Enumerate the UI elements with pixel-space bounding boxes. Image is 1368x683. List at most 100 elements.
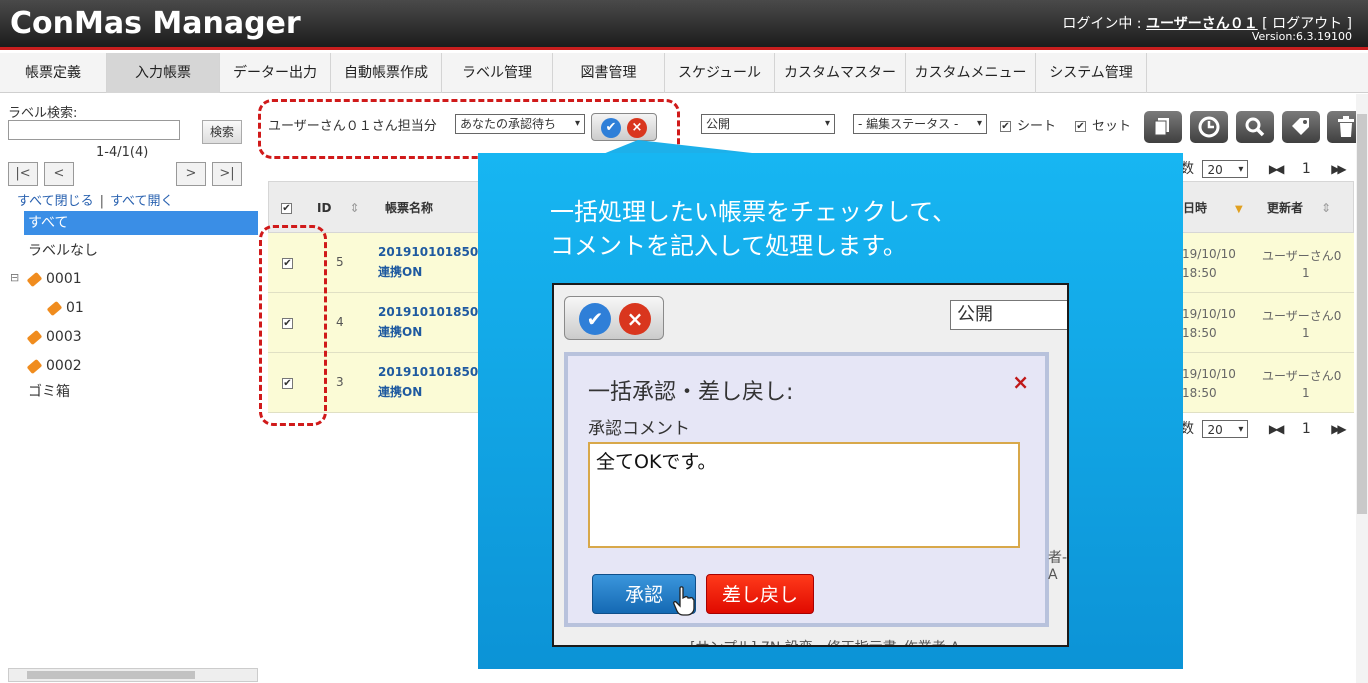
current-page: 1 xyxy=(1301,161,1311,177)
label-first-page-button[interactable]: |< xyxy=(8,162,38,186)
copy-icon xyxy=(1154,118,1169,136)
label-tag-icon xyxy=(26,358,43,374)
trash-icon xyxy=(1338,116,1354,137)
visibility-select[interactable]: 公開 ▾ xyxy=(701,114,835,134)
header-id-label: ID xyxy=(317,201,332,215)
scrollbar-thumb[interactable] xyxy=(1357,114,1367,514)
tree-item-trash[interactable]: ゴミ箱 xyxy=(28,380,70,404)
label-tag-icon xyxy=(26,329,43,345)
row-time: 18:50 xyxy=(1182,386,1217,400)
tree-item-0003[interactable]: 0003 xyxy=(26,325,82,349)
callout-text: 一括処理したい帳票をチェックして、 コメントを記入して処理します。 xyxy=(550,195,956,263)
collapse-all-link[interactable]: すべて閉じる xyxy=(17,194,94,209)
tree-toggle-icon[interactable]: ⊟ xyxy=(10,266,19,290)
label-prev-page-button[interactable]: < xyxy=(44,162,74,186)
set-checkbox[interactable]: ✔ セット xyxy=(1075,115,1131,134)
header-date[interactable]: 日時 ▼ xyxy=(1183,182,1243,234)
tab-data-export[interactable]: データー出力 xyxy=(220,53,331,93)
label-search-label: ラベル検索: xyxy=(8,106,78,121)
edit-status-select[interactable]: - 編集ステータス - ▾ xyxy=(853,114,987,134)
row-time: 18:50 xyxy=(1182,326,1217,340)
label-tag-icon xyxy=(26,271,43,287)
page-size-value: 20 xyxy=(1207,423,1223,437)
header-form-name[interactable]: 帳票名称 xyxy=(385,182,433,234)
page-vertical-scrollbar[interactable] xyxy=(1356,94,1368,683)
login-prefix: ログイン中 : xyxy=(1062,16,1142,32)
label-last-page-button[interactable]: >| xyxy=(212,162,242,186)
current-page: 1 xyxy=(1301,421,1311,437)
current-user-link[interactable]: ユーザーさん０１ xyxy=(1146,16,1258,32)
dialog-close-icon[interactable]: × xyxy=(1012,370,1029,394)
tab-library-management[interactable]: 図書管理 xyxy=(553,53,665,93)
row-id: 4 xyxy=(336,315,344,329)
label-button[interactable] xyxy=(1282,111,1320,143)
label-search-input[interactable] xyxy=(8,120,180,140)
select-all-checkbox-box[interactable]: ✔ xyxy=(281,203,292,214)
sheet-checkbox-label: シート xyxy=(1017,119,1057,134)
label-search-button[interactable]: 検索 xyxy=(202,120,242,144)
tab-system-management[interactable]: システム管理 xyxy=(1036,53,1147,93)
row-id: 5 xyxy=(336,255,344,269)
page-size-select[interactable]: 20 ▾ xyxy=(1202,420,1249,438)
tree-item-label: 0001 xyxy=(46,271,82,287)
row-date: 19/10/10 xyxy=(1182,247,1236,261)
search-button[interactable] xyxy=(1236,111,1274,143)
tree-item-0001[interactable]: 0001 xyxy=(26,267,82,291)
sheet-checkbox[interactable]: ✔ シート xyxy=(1000,115,1056,134)
expand-all-link[interactable]: すべて開く xyxy=(110,194,174,209)
tag-icon xyxy=(1292,118,1309,135)
last-page-icon[interactable]: ▶▶ xyxy=(1331,422,1347,436)
sort-icon: ⇕ xyxy=(349,201,360,215)
tab-custom-master[interactable]: カスタムマスター xyxy=(775,53,906,93)
callout-line-2: コメントを記入して処理します。 xyxy=(550,232,907,260)
tab-custom-menu[interactable]: カスタムメニュー xyxy=(906,53,1036,93)
header-updater[interactable]: 更新者 ⇕ xyxy=(1267,182,1331,234)
scrollbar-thumb[interactable] xyxy=(27,671,195,679)
callout-line-1: 一括処理したい帳票をチェックして、 xyxy=(550,198,957,226)
tab-schedule[interactable]: スケジュール xyxy=(665,53,775,93)
comment-textarea[interactable]: 全てOKです。 xyxy=(588,442,1020,548)
first-page-icon[interactable]: ▶◀ xyxy=(1269,422,1285,436)
row-updater: ユーザーさん0 xyxy=(1262,369,1342,383)
chevron-down-icon: ▾ xyxy=(1238,164,1244,175)
reject-button[interactable]: 差し戻し xyxy=(706,574,814,614)
inset-screenshot: ✔ × 公開 一括承認・差し戻し: × 承認コメント 全てOKです。 承認 差し… xyxy=(552,283,1069,647)
inset-visibility-select: 公開 xyxy=(950,300,1067,330)
tree-item-01[interactable]: 01 xyxy=(46,296,84,320)
header-date-label: 日時 xyxy=(1183,201,1208,215)
header-id[interactable]: ID ⇕ xyxy=(317,182,360,234)
tab-label-management[interactable]: ラベル管理 xyxy=(442,53,553,93)
history-button[interactable] xyxy=(1190,111,1228,143)
header-updater-label: 更新者 xyxy=(1267,201,1304,215)
row-date: 19/10/10 xyxy=(1182,367,1236,381)
page-size-value: 20 xyxy=(1207,163,1223,177)
row-form-status: 連携ON xyxy=(378,265,423,279)
last-page-icon[interactable]: ▶▶ xyxy=(1331,162,1347,176)
sidebar-horizontal-scrollbar[interactable] xyxy=(8,668,258,682)
inset-side-text: 者-A xyxy=(1048,550,1068,583)
tree-item-label: 01 xyxy=(66,300,84,316)
app-logo: ConMas Manager xyxy=(10,6,301,41)
copy-button[interactable] xyxy=(1144,111,1182,143)
tree-item-no-label[interactable]: ラベルなし xyxy=(28,239,98,263)
tab-input-forms[interactable]: 入力帳票 xyxy=(107,53,220,93)
tree-item-0002[interactable]: 0002 xyxy=(26,354,82,378)
tab-auto-form-creation[interactable]: 自動帳票作成 xyxy=(331,53,442,93)
sort-icon: ⇕ xyxy=(1321,201,1332,215)
row-form-name[interactable]: 201910101850_ xyxy=(378,245,484,259)
tree-item-all[interactable]: すべて xyxy=(24,211,258,235)
set-checkbox-box[interactable]: ✔ xyxy=(1075,121,1086,132)
chevron-down-icon: ▾ xyxy=(976,118,982,129)
page-size-select[interactable]: 20 ▾ xyxy=(1202,160,1249,178)
sheet-checkbox-box[interactable]: ✔ xyxy=(1000,121,1011,132)
row-form-status: 連携ON xyxy=(378,385,423,399)
row-date: 19/10/10 xyxy=(1182,307,1236,321)
hand-pointer-icon xyxy=(673,586,695,616)
row-form-name[interactable]: 201910101850_ xyxy=(378,365,484,379)
first-page-icon[interactable]: ▶◀ xyxy=(1269,162,1285,176)
highlight-row-checkboxes xyxy=(259,225,327,426)
label-next-page-button[interactable]: > xyxy=(176,162,206,186)
dialog-title: 一括承認・差し戻し: xyxy=(588,380,794,405)
row-form-name[interactable]: 201910101850_ xyxy=(378,305,484,319)
tab-form-definition[interactable]: 帳票定義 xyxy=(0,53,107,93)
